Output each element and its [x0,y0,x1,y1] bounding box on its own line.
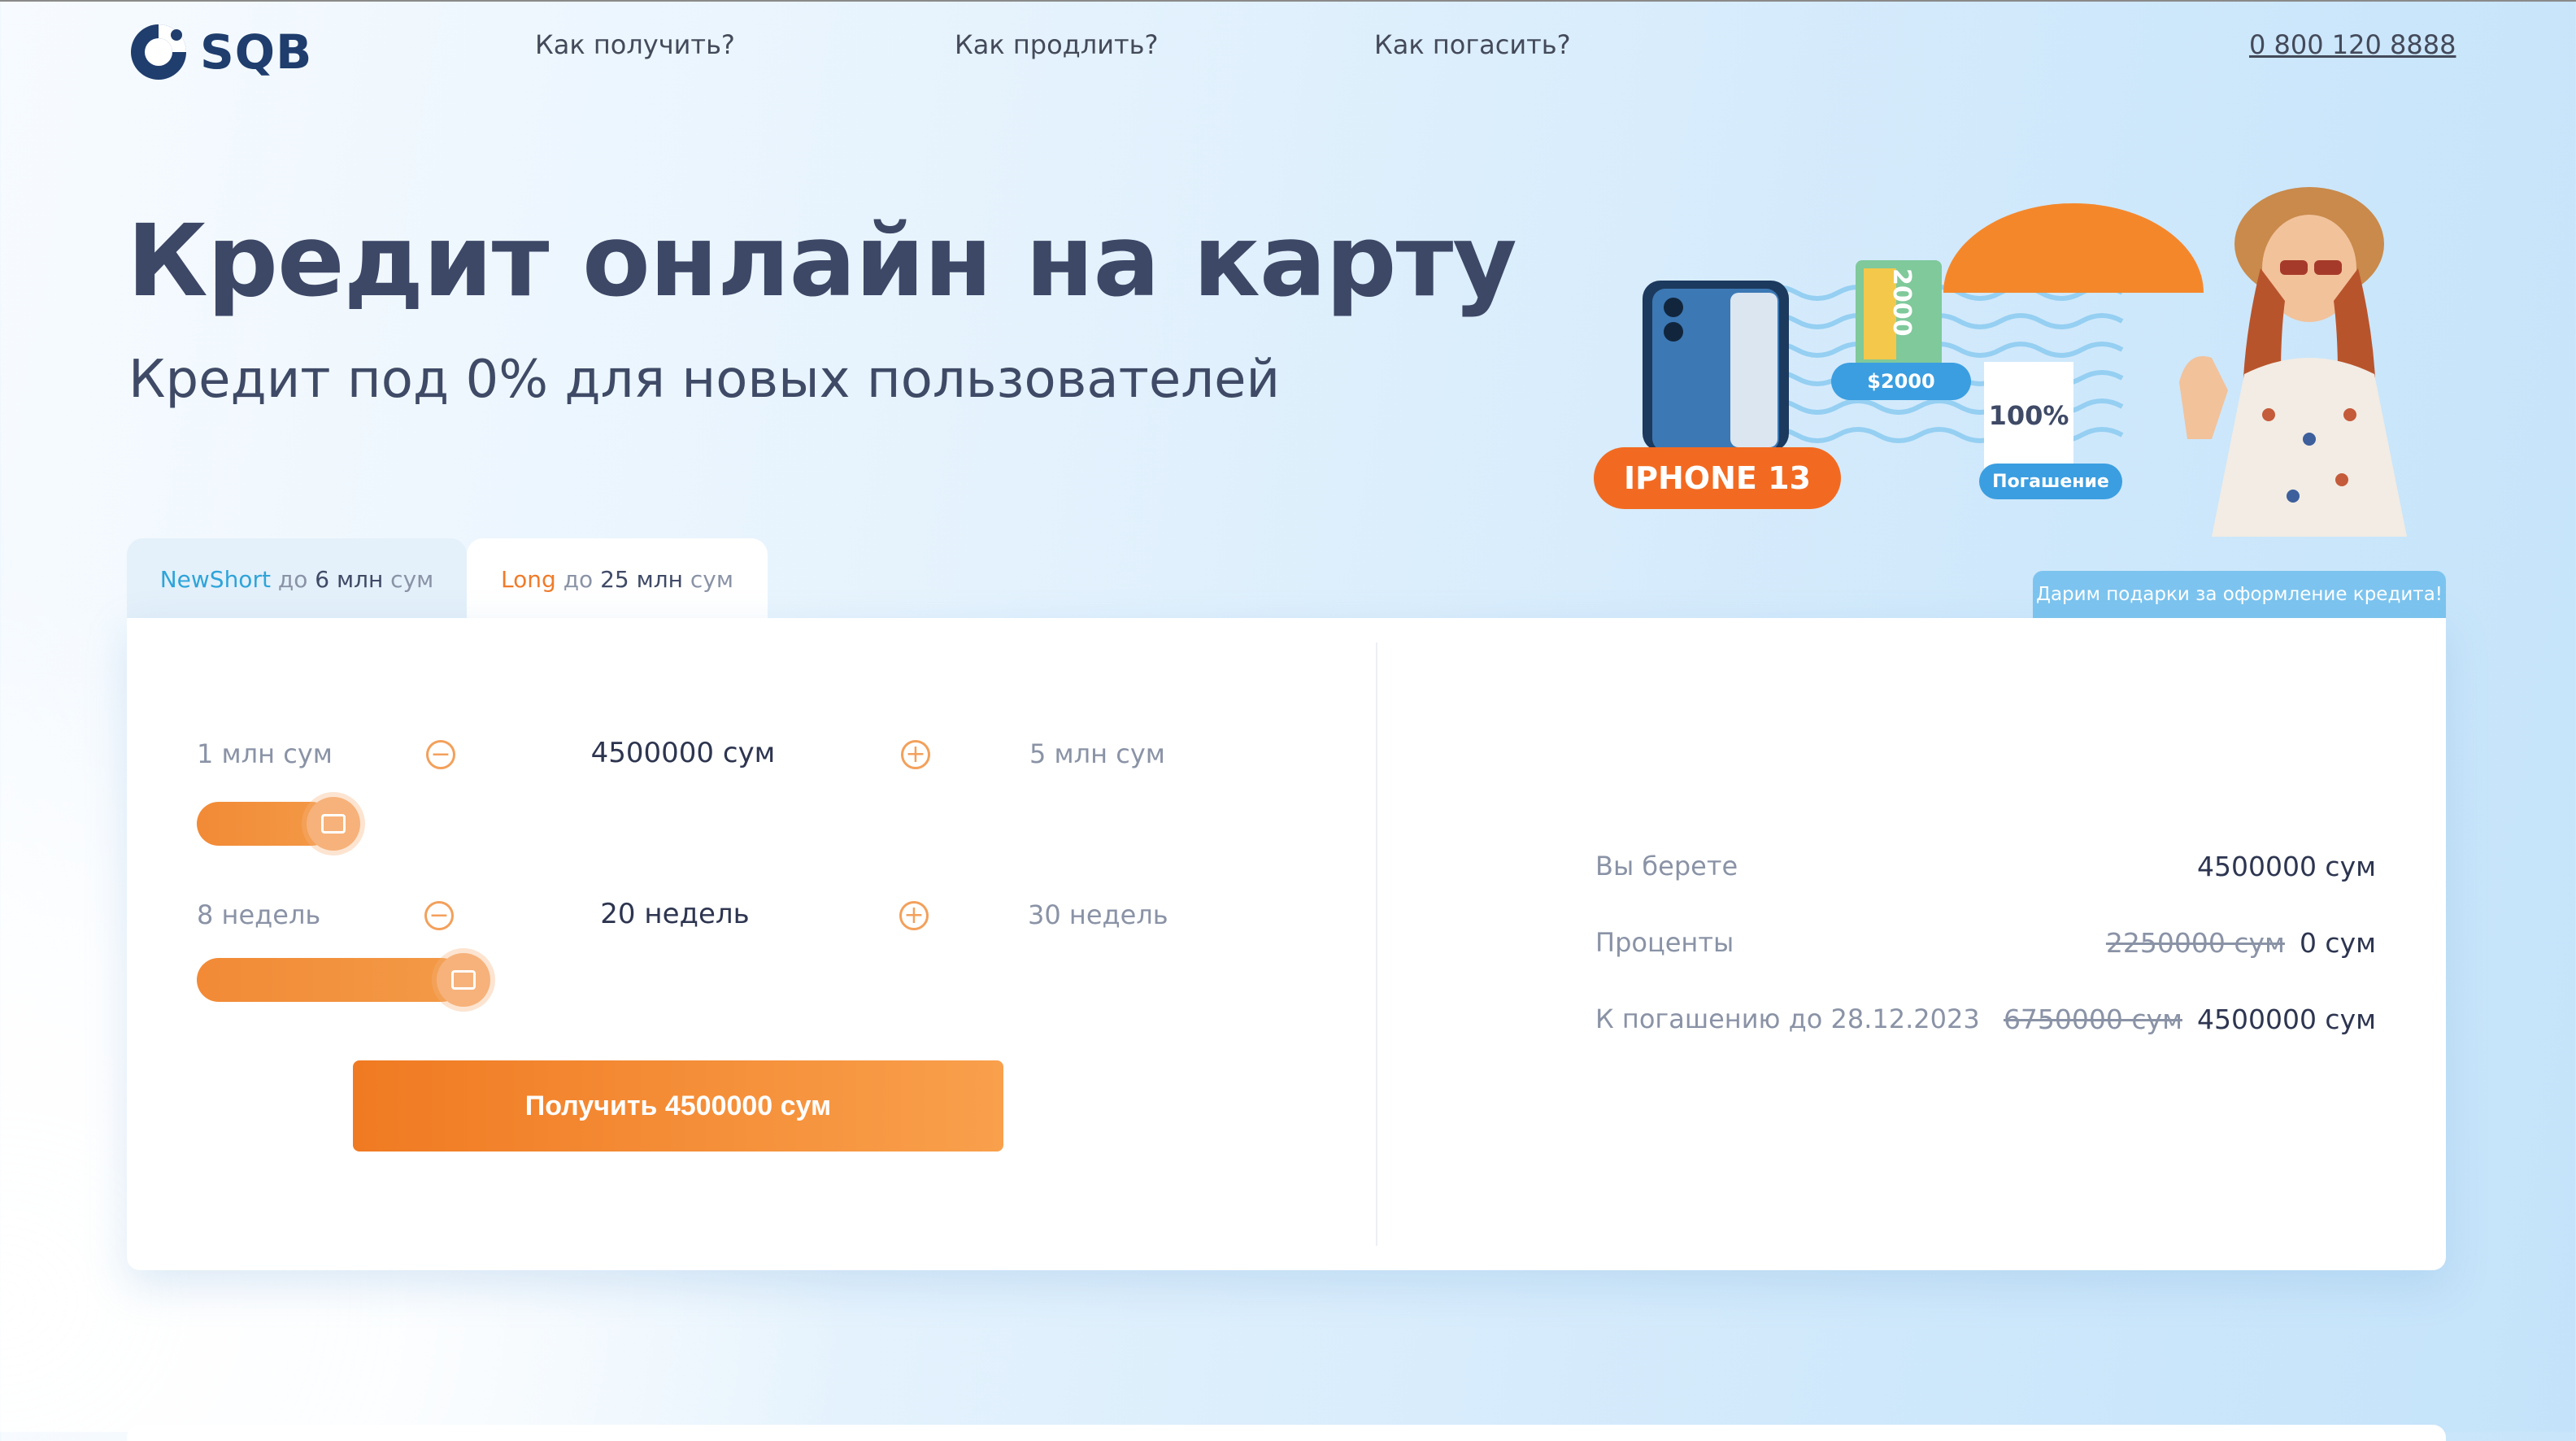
summary-take-label: Вы берете [1595,851,1738,882]
minus-icon: − [429,901,450,929]
promo-illustration: IPHONE 13 2000 $2000 100% Погашение [1594,171,2448,545]
money-badge: $2000 [1831,363,1971,400]
tab-newshort-name: NewShort [159,565,271,593]
amount-slider[interactable] [197,797,1197,851]
nav-how-to-extend[interactable]: Как продлить? [955,29,1159,60]
tab-long[interactable]: Long до 25 млн сум [467,538,768,620]
next-section-edge [127,1425,2446,1441]
summary-interest-old: 2250000 сум [2105,927,2285,959]
tab-long-pre: до [555,565,601,593]
iphone-badge-label: IPHONE 13 [1624,460,1811,496]
calculator-card [127,618,2446,1270]
term-slider-track [197,958,463,1002]
logo-mark-icon [127,20,190,84]
nav-how-to-get[interactable]: Как получить? [535,29,735,60]
tab-long-amount: 25 млн [600,565,683,593]
wallet-icon [321,814,346,834]
tab-long-unit: сум [682,565,733,593]
logo-text: SQB [200,24,313,80]
page-title: Кредит онлайн на карту [127,203,1517,319]
summary-interest-label: Проценты [1595,927,1734,958]
amount-slider-thumb[interactable] [307,797,360,851]
amount-max-label: 5 млн сум [1029,738,1165,769]
term-min-label: 8 недель [197,899,321,930]
nav-how-to-repay[interactable]: Как погасить? [1374,29,1571,60]
amount-decrease-button[interactable]: − [426,740,455,769]
term-slider-thumb[interactable] [437,953,490,1007]
summary-repay-label: К погашению до 28.12.2023 [1595,1003,1980,1034]
summary-take-amount: 4500000 сум [2196,851,2376,882]
summary-repay-new: 4500000 сум [2196,1003,2376,1035]
tab-newshort-amount: 6 млн [315,565,384,593]
calendar-icon [451,970,476,990]
summary-interest-new: 0 сум [2299,927,2376,959]
term-increase-button[interactable]: + [899,901,929,930]
amount-increase-button[interactable]: + [901,740,930,769]
card-divider [1376,642,1377,1246]
amount-value: 4500000 сум [590,737,776,769]
term-slider[interactable] [197,953,1197,1007]
iphone-badge: IPHONE 13 [1594,447,1841,509]
gift-badge: Дарим подарки за оформление кредита! [2033,571,2446,618]
amount-min-label: 1 млн сум [197,738,333,769]
plus-icon: + [903,901,925,929]
receipt-percent: 100% [1988,400,2069,431]
get-credit-button[interactable]: Получить 4500000 сум [353,1060,1003,1151]
tab-long-name: Long [501,565,556,593]
phone-link[interactable]: 0 800 120 8888 [2249,29,2456,60]
page-subtitle: Кредит под 0% для новых пользователей [128,350,1281,410]
summary-repay-value: 6750000 сум 4500000 сум [2004,1003,2376,1035]
receipt-badge: Погашение [1979,464,2122,499]
logo[interactable]: SQB [127,20,311,85]
term-max-label: 30 недель [1028,899,1168,930]
minus-icon: − [430,740,451,768]
money-card-text: 2000 [1887,268,1916,337]
top-border [0,0,2576,2]
summary-interest-value: 2250000 сум 0 сум [2106,927,2376,959]
summary-take-value: 4500000 сум [2197,851,2376,882]
tab-newshort[interactable]: NewShort до 6 млн сум [127,538,467,620]
tab-newshort-pre: до [270,565,315,593]
tab-newshort-unit: сум [383,565,434,593]
term-decrease-button[interactable]: − [424,901,454,930]
plus-icon: + [905,740,926,768]
summary-repay-old: 6750000 сум [2003,1003,2182,1035]
term-value: 20 недель [600,898,750,930]
